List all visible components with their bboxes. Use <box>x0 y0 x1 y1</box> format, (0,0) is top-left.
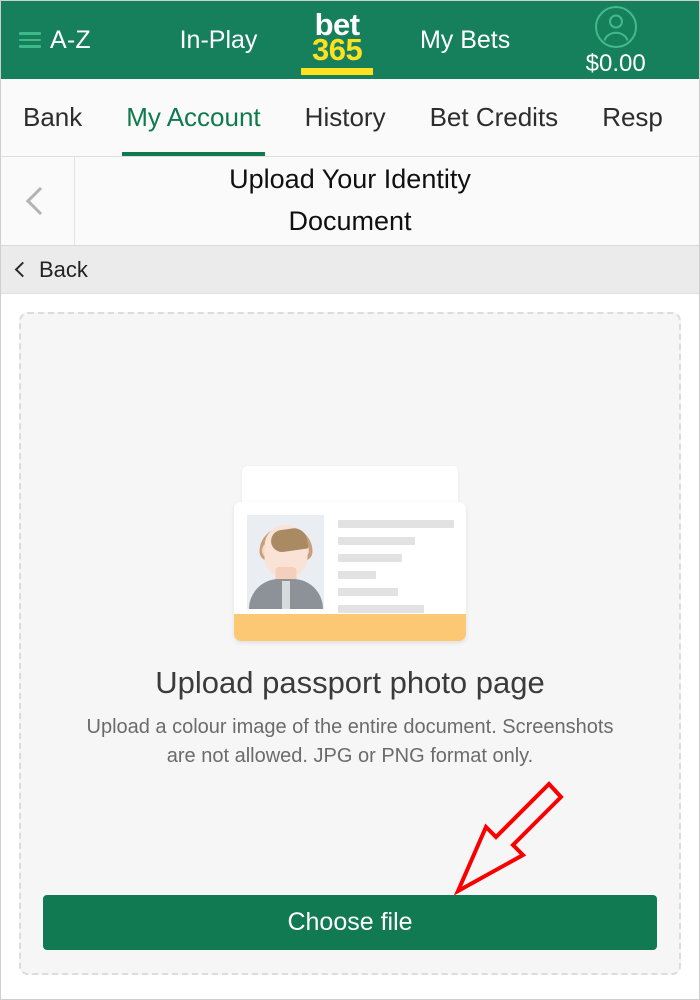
logo-underline-bar <box>301 68 374 75</box>
passport-text-line <box>338 554 402 562</box>
back-bar[interactable]: Back <box>1 246 699 294</box>
bet365-upload-identity-screen: A-Z In-Play bet 365 My Bets $0.00 Bank M… <box>0 0 700 1000</box>
nav-in-play-label: In-Play <box>179 25 258 54</box>
upload-dropzone[interactable]: Upload passport photo page Upload a colo… <box>19 312 681 975</box>
nav-item-in-play[interactable]: In-Play <box>153 1 285 79</box>
chevron-left-icon <box>14 261 31 278</box>
tab-my-account-label: My Account <box>126 102 261 132</box>
passport-text-line <box>338 537 415 545</box>
page-subheader: Upload Your Identity Document <box>1 157 699 246</box>
upload-content-area: Upload passport photo page Upload a colo… <box>1 294 699 993</box>
bet365-logo[interactable]: bet 365 <box>284 1 389 79</box>
choose-file-button[interactable]: Choose file <box>43 895 657 950</box>
tab-responsible-gambling-label: Resp <box>602 102 663 132</box>
upload-description: Upload a colour image of the entire docu… <box>86 716 614 767</box>
page-title-line-1: Upload Your Identity <box>229 164 471 195</box>
passport-text-line <box>338 520 454 528</box>
top-navigation-bar: A-Z In-Play bet 365 My Bets $0.00 <box>1 1 699 79</box>
tab-responsible-gambling[interactable]: Resp <box>580 79 685 156</box>
nav-item-a-z[interactable]: A-Z <box>1 1 153 79</box>
passport-bottom-stripe <box>234 614 466 641</box>
passport-document-icon <box>234 466 466 641</box>
account-tab-bar: Bank My Account History Bet Credits Resp <box>1 79 699 157</box>
user-avatar-icon <box>594 5 637 48</box>
passport-text-lines <box>338 515 454 613</box>
logo-text-365: 365 <box>311 32 363 67</box>
passport-text-line <box>338 605 424 613</box>
tab-bank[interactable]: Bank <box>1 79 104 156</box>
tab-history-label: History <box>304 102 386 132</box>
tab-my-account[interactable]: My Account <box>104 79 282 156</box>
passport-text-line <box>338 588 399 596</box>
chevron-left-icon <box>25 186 55 216</box>
passport-card <box>234 502 466 641</box>
nav-my-bets-label: My Bets <box>419 25 511 54</box>
account-balance-button[interactable]: $0.00 <box>540 1 699 79</box>
hamburger-icon[interactable] <box>19 32 41 48</box>
tab-bet-credits-label: Bet Credits <box>429 102 559 132</box>
back-bar-label: Back <box>39 256 88 282</box>
subheader-back-button[interactable] <box>1 157 75 245</box>
upload-heading: Upload passport photo page <box>155 665 545 700</box>
nav-item-my-bets[interactable]: My Bets <box>390 1 541 79</box>
page-title-line-2: Document <box>288 206 412 236</box>
tab-history[interactable]: History <box>283 79 408 156</box>
nav-a-z-label: A-Z <box>50 25 91 54</box>
tab-bet-credits[interactable]: Bet Credits <box>408 79 581 156</box>
account-balance-amount: $0.00 <box>585 49 646 77</box>
page-title: Upload Your Identity Document <box>75 157 699 245</box>
tab-bank-label: Bank <box>23 102 83 132</box>
passport-text-line <box>338 571 377 579</box>
passport-portrait-photo <box>247 515 324 609</box>
